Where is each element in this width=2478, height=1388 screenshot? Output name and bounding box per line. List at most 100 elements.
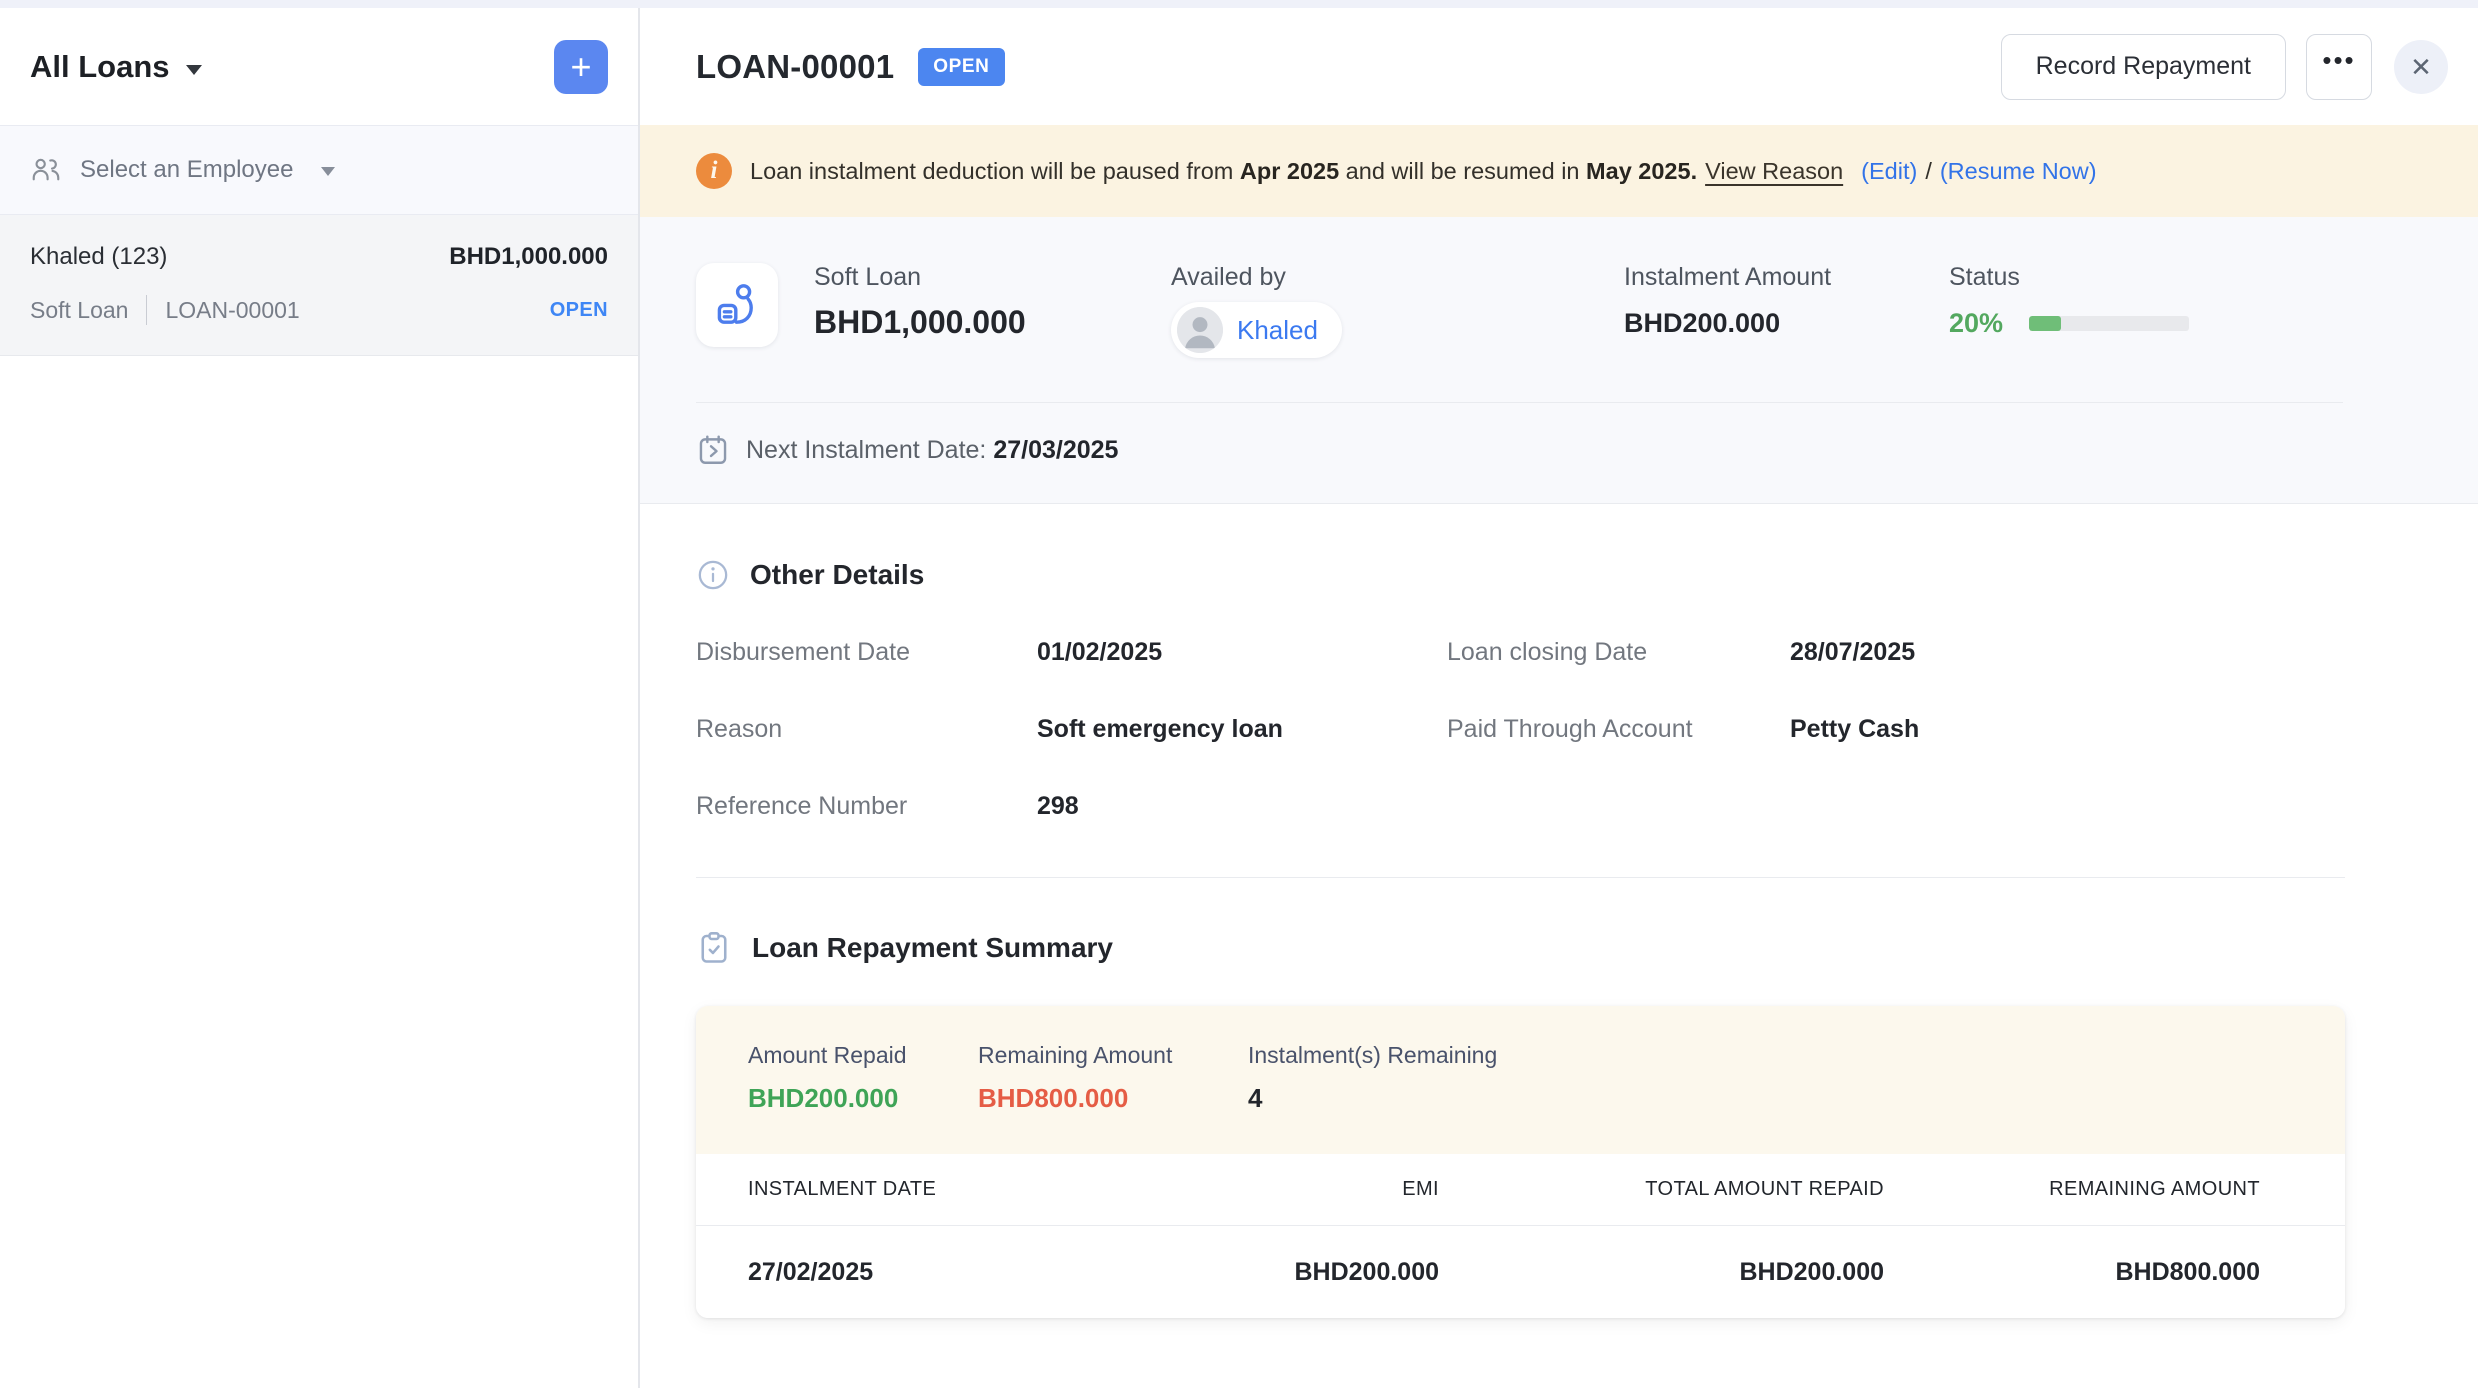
detail-value: 298	[1037, 792, 1447, 821]
detail-label	[1447, 792, 1790, 821]
loan-item-type: Soft Loan	[30, 297, 128, 324]
view-reason-link[interactable]: View Reason	[1705, 158, 1843, 184]
employee-filter-dropdown[interactable]: Select an Employee	[0, 125, 638, 215]
repayment-summary-title: Loan Repayment Summary	[752, 932, 1113, 964]
cell-total-repaid: BHD200.000	[1439, 1258, 1884, 1287]
page-title: LOAN-00001	[696, 48, 894, 86]
stat-value: BHD800.000	[978, 1083, 1248, 1114]
next-instalment-date: 27/03/2025	[993, 436, 1118, 464]
status-badge: OPEN	[918, 48, 1004, 86]
loan-item-employee-name: Khaled (123)	[30, 243, 167, 271]
instalment-amount-value: BHD200.000	[1624, 308, 1949, 339]
main-header: LOAN-00001 OPEN Record Repayment ••• ✕	[640, 8, 2478, 125]
divider	[146, 295, 147, 325]
edit-link[interactable]: (Edit)	[1861, 158, 1917, 184]
availed-by-label: Availed by	[1171, 263, 1624, 292]
sidebar-title: All Loans	[30, 49, 170, 85]
table-row: 27/02/2025 BHD200.000 BHD200.000 BHD800.…	[696, 1226, 2345, 1318]
repayment-card: Amount Repaid BHD200.000 Remaining Amoun…	[696, 1006, 2345, 1318]
loan-type-block: Soft Loan BHD1,000.000	[814, 263, 1171, 341]
repayment-stats: Amount Repaid BHD200.000 Remaining Amoun…	[696, 1006, 2345, 1154]
loan-summary-section: Soft Loan BHD1,000.000 Availed by	[640, 217, 2478, 504]
instalment-table-header: INSTALMENT DATE EMI TOTAL AMOUNT REPAID …	[696, 1154, 2345, 1226]
loan-money-bag-icon	[713, 281, 761, 329]
column-header: EMI	[1148, 1178, 1439, 1201]
users-icon	[30, 154, 62, 186]
detail-label: Reference Number	[696, 792, 1037, 821]
other-details-title: Other Details	[750, 559, 924, 591]
cell-instalment-date: 27/02/2025	[748, 1258, 1148, 1287]
clipboard-check-icon	[696, 930, 732, 966]
status-label: Status	[1949, 263, 2422, 292]
chevron-down-icon	[321, 167, 335, 176]
detail-label: Paid Through Account	[1447, 715, 1790, 744]
other-details-heading: Other Details	[696, 558, 2345, 592]
detail-value: 28/07/2025	[1790, 638, 2345, 667]
header-actions: Record Repayment ••• ✕	[2001, 34, 2450, 100]
loan-item-meta: Soft Loan LOAN-00001	[30, 295, 300, 325]
column-header: REMAINING AMOUNT	[1884, 1178, 2260, 1201]
cell-remaining: BHD800.000	[1884, 1258, 2260, 1287]
stat-label: Instalment(s) Remaining	[1248, 1042, 1497, 1069]
detail-value: Petty Cash	[1790, 715, 2345, 744]
stat-instalments-remaining: Instalment(s) Remaining 4	[1248, 1042, 1497, 1114]
banner-text-part: and will be resumed in	[1339, 158, 1586, 184]
instalment-amount-label: Instalment Amount	[1624, 263, 1949, 292]
sidebar-header: All Loans +	[0, 8, 638, 125]
loan-item-status-badge: OPEN	[550, 299, 608, 322]
employee-name-link: Khaled	[1237, 315, 1318, 346]
instalment-table: INSTALMENT DATE EMI TOTAL AMOUNT REPAID …	[696, 1154, 2345, 1318]
availed-by-block: Availed by Khaled	[1171, 263, 1624, 358]
banner-resume-month: May 2025.	[1586, 158, 1697, 184]
column-header: TOTAL AMOUNT REPAID	[1439, 1178, 1884, 1201]
instalment-amount-block: Instalment Amount BHD200.000	[1624, 263, 1949, 339]
banner-text: Loan instalment deduction will be paused…	[750, 158, 2097, 185]
stat-label: Remaining Amount	[978, 1042, 1248, 1069]
detail-content: Other Details Disbursement Date 01/02/20…	[640, 504, 2478, 1318]
detail-value: 01/02/2025	[1037, 638, 1447, 667]
loan-list-item[interactable]: Khaled (123) BHD1,000.000 Soft Loan LOAN…	[0, 215, 638, 356]
banner-text-part: Loan instalment deduction will be paused…	[750, 158, 1240, 184]
resume-now-link[interactable]: (Resume Now)	[1940, 158, 2097, 184]
info-circle-icon	[696, 558, 730, 592]
next-instalment-text: Next Instalment Date: 27/03/2025	[746, 436, 1118, 465]
sidebar: All Loans + Select an Employee Khaled (1…	[0, 8, 640, 1388]
stat-value: 4	[1248, 1083, 1497, 1114]
calendar-next-icon	[696, 433, 730, 467]
more-options-button[interactable]: •••	[2306, 34, 2372, 100]
employee-chip[interactable]: Khaled	[1171, 302, 1342, 358]
other-details-grid: Disbursement Date 01/02/2025 Loan closin…	[696, 638, 2345, 821]
chevron-down-icon	[186, 65, 202, 75]
detail-value: Soft emergency loan	[1037, 715, 1447, 744]
close-button[interactable]: ✕	[2394, 40, 2448, 94]
column-header: INSTALMENT DATE	[748, 1178, 1148, 1201]
avatar	[1177, 307, 1223, 353]
loan-item-number: LOAN-00001	[165, 297, 299, 324]
main-panel: LOAN-00001 OPEN Record Repayment ••• ✕ i…	[640, 8, 2478, 1388]
add-loan-button[interactable]: +	[554, 40, 608, 94]
stat-remaining-amount: Remaining Amount BHD800.000	[978, 1042, 1248, 1114]
stat-amount-repaid: Amount Repaid BHD200.000	[748, 1042, 978, 1114]
detail-label: Disbursement Date	[696, 638, 1037, 667]
cell-emi: BHD200.000	[1148, 1258, 1439, 1287]
record-repayment-button[interactable]: Record Repayment	[2001, 34, 2286, 100]
info-icon: i	[696, 153, 732, 189]
detail-label: Reason	[696, 715, 1037, 744]
progress-bar-fill	[2029, 316, 2061, 331]
detail-label: Loan closing Date	[1447, 638, 1790, 667]
app: All Loans + Select an Employee Khaled (1…	[0, 0, 2478, 1388]
progress-percent: 20%	[1949, 308, 2003, 339]
all-loans-dropdown[interactable]: All Loans	[30, 49, 202, 85]
loan-type-label: Soft Loan	[814, 263, 1171, 292]
detail-value	[1790, 792, 2345, 821]
repayment-summary-heading: Loan Repayment Summary	[696, 930, 2345, 966]
next-instalment-row: Next Instalment Date: 27/03/2025	[640, 403, 2478, 503]
loan-type-icon-card	[696, 263, 778, 347]
divider	[696, 877, 2345, 878]
pause-info-banner: i Loan instalment deduction will be paus…	[640, 125, 2478, 217]
loan-amount: BHD1,000.000	[814, 304, 1171, 341]
stat-label: Amount Repaid	[748, 1042, 978, 1069]
stat-value: BHD200.000	[748, 1083, 978, 1114]
top-strip	[0, 0, 2478, 8]
employee-filter-label: Select an Employee	[80, 156, 293, 184]
